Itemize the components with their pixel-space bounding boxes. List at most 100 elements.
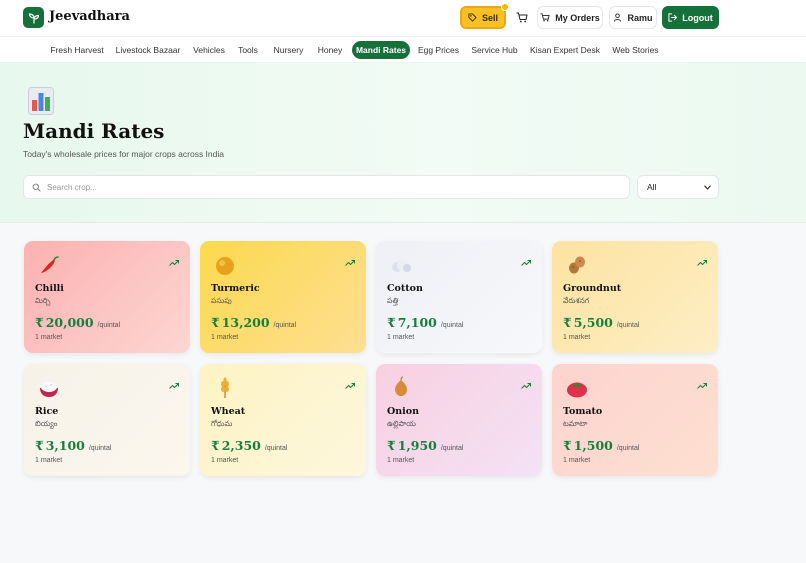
crop-card-tomato[interactable]: Tomato టమాటా ₹ 1,500 /quintal 1 market [552,364,718,476]
price-unit: /quintal [616,445,640,452]
crop-name-telugu: గోధుమ [211,419,233,428]
crop-name-telugu: ఉల్లిపాయ [387,419,416,428]
price-unit: /quintal [88,445,112,452]
page-title: Mandi Rates [23,119,165,143]
trending-up-icon [345,383,355,389]
user-icon [614,13,622,22]
search-input[interactable] [47,182,607,192]
trending-up-icon [521,383,531,389]
page-subtitle: Today's wholesale prices for major crops… [23,149,224,159]
crop-name: Groundnut [563,283,622,294]
currency-symbol: ₹ [35,315,44,330]
nav-mandi-rates[interactable]: Mandi Rates [352,41,410,59]
wheat-icon [221,377,229,398]
trending-up-icon [697,383,707,389]
market-count: 1 market [387,334,415,341]
crop-name-telugu: పత్తి [387,296,399,305]
crop-name-telugu: మిర్చి [35,296,51,305]
currency-symbol: ₹ [387,315,396,330]
trending-up-icon [169,383,179,389]
nav-nursery[interactable]: Nursery [270,41,307,59]
cart-icon [540,13,550,22]
notification-dot [501,3,509,11]
currency-symbol: ₹ [563,438,572,453]
tag-icon [468,13,477,22]
crop-name: Wheat [211,406,246,417]
nav-kisan-expert-desk[interactable]: Kisan Expert Desk [528,41,602,59]
price-row: ₹ 5,500 /quintal [563,315,639,330]
sprout-logo-icon[interactable] [23,7,44,28]
market-count: 1 market [35,457,63,464]
mandi-hero: Mandi Rates Today's wholesale prices for… [0,63,806,223]
market-count: 1 market [35,334,63,341]
nav-service-hub[interactable]: Service Hub [469,41,520,59]
rice-icon [40,382,58,397]
price-unit: /quintal [264,445,288,452]
nav-fresh-harvest[interactable]: Fresh Harvest [48,41,106,59]
currency-symbol: ₹ [387,438,396,453]
crop-price: 1,950 [397,438,437,453]
price-row: ₹ 20,000 /quintal [35,315,120,330]
user-profile-button[interactable]: Ramu [609,6,657,29]
filter-selected-value: All [647,182,657,192]
price-row: ₹ 2,350 /quintal [211,438,287,453]
onion-icon [395,376,407,396]
market-count: 1 market [211,457,239,464]
crop-name-telugu: టమాటా [563,419,588,428]
crop-name-telugu: వేరుశనగ [563,296,590,305]
nav-honey[interactable]: Honey [315,41,345,59]
crop-card-onion[interactable]: Onion ఉల్లిపాయ ₹ 1,950 /quintal 1 market [376,364,542,476]
crop-card-cotton[interactable]: Cotton పత్తి ₹ 7,100 /quintal 1 market [376,241,542,353]
currency-symbol: ₹ [563,315,572,330]
crop-name: Cotton [387,283,423,294]
price-row: ₹ 1,950 /quintal [387,438,463,453]
crop-card-chilli[interactable]: Chilli మిర్చి ₹ 20,000 /quintal 1 market [24,241,190,353]
currency-symbol: ₹ [211,438,220,453]
crop-card-groundnut[interactable]: Groundnut వేరుశనగ ₹ 5,500 /quintal 1 mar… [552,241,718,353]
brand-name[interactable]: Jeevadhara [49,9,130,24]
user-name: Ramu [627,12,653,23]
category-nav: Fresh Harvest Livestock Bazaar Vehicles … [0,36,806,63]
currency-symbol: ₹ [211,315,220,330]
cotton-icon [392,259,411,272]
crop-price: 13,200 [221,315,270,330]
trending-up-icon [169,260,179,266]
nav-tools[interactable]: Tools [235,41,261,59]
sell-button[interactable]: Sell [460,3,509,29]
crop-price: 7,100 [397,315,437,330]
market-count: 1 market [563,334,591,341]
cart-button[interactable] [511,6,532,29]
search-box[interactable] [23,175,630,199]
crop-card-turmeric[interactable]: Turmeric పసుపు ₹ 13,200 /quintal 1 marke… [200,241,366,353]
crop-price: 5,500 [573,315,613,330]
currency-symbol: ₹ [35,438,44,453]
trending-up-icon [345,260,355,266]
groundnut-icon [569,256,585,274]
trending-up-icon [697,260,707,266]
nav-livestock-bazaar[interactable]: Livestock Bazaar [114,41,182,59]
market-count: 1 market [211,334,239,341]
my-orders-button[interactable]: My Orders [537,6,603,29]
crop-price: 3,100 [45,438,85,453]
price-row: ₹ 1,500 /quintal [563,438,639,453]
price-row: ₹ 13,200 /quintal [211,315,296,330]
price-unit: /quintal [440,445,464,452]
cart-icon [516,12,527,23]
crop-name: Onion [387,406,420,417]
chevron-down-icon [704,184,711,190]
nav-vehicles[interactable]: Vehicles [190,41,228,59]
crop-name: Tomato [563,406,603,417]
nav-egg-prices[interactable]: Egg Prices [416,41,461,59]
price-row: ₹ 7,100 /quintal [387,315,463,330]
search-icon [32,183,41,192]
sell-label: Sell [481,12,498,23]
crop-filter-select[interactable]: All [637,175,719,199]
nav-web-stories[interactable]: Web Stories [609,41,662,59]
crop-price: 1,500 [573,438,613,453]
tomato-icon [567,382,587,398]
logout-button[interactable]: Logout [662,6,719,29]
crop-card-wheat[interactable]: Wheat గోధుమ ₹ 2,350 /quintal 1 market [200,364,366,476]
crop-card-rice[interactable]: Rice బియ్యం ₹ 3,100 /quintal 1 market [24,364,190,476]
logout-icon [668,13,678,22]
crop-name: Chilli [35,283,64,294]
